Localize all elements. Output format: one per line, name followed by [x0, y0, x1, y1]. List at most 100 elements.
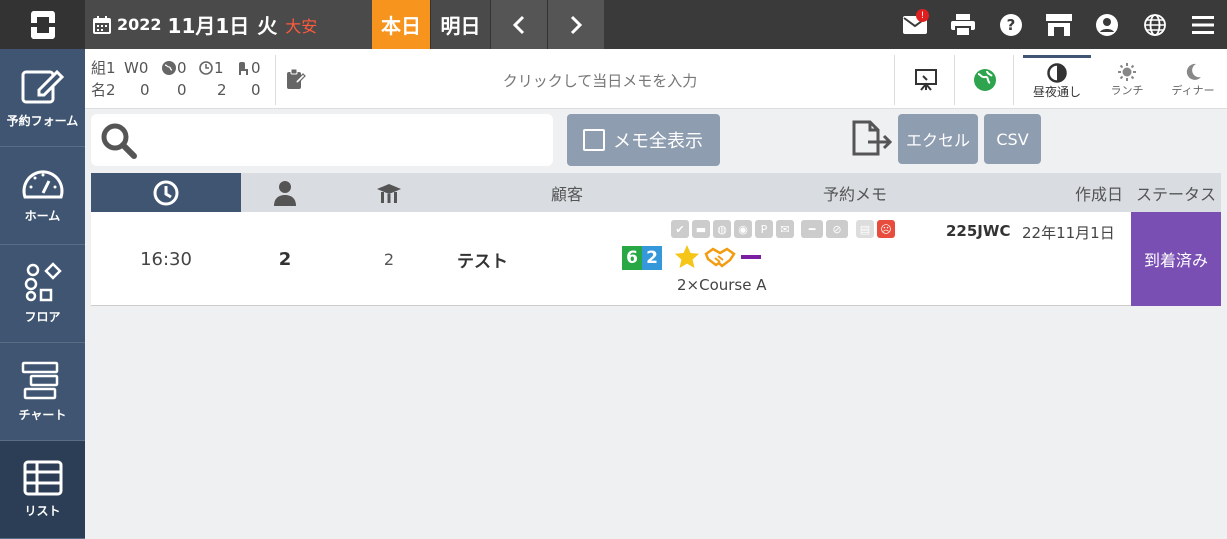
- print-button[interactable]: [939, 0, 987, 49]
- prev-day-button[interactable]: [490, 0, 547, 49]
- dashboard-gauge-icon: [22, 170, 63, 199]
- sidebar-item-floor[interactable]: フロア: [0, 245, 85, 343]
- names-label: 名: [91, 81, 107, 99]
- column-status-header[interactable]: ステータス: [1131, 173, 1221, 212]
- customer-name[interactable]: テスト: [457, 212, 517, 306]
- globe-icon: [1144, 13, 1166, 36]
- account-button[interactable]: [1083, 0, 1131, 49]
- moon-icon: [1186, 63, 1201, 80]
- next-day-button[interactable]: [547, 0, 604, 49]
- sidebar: 予約フォーム ホーム フロア チャート リスト: [0, 49, 85, 539]
- created-date: 22年11月1日: [1022, 224, 1115, 242]
- presentation-board-icon: [914, 69, 937, 91]
- status-badge[interactable]: 到着済み: [1131, 212, 1221, 306]
- web-count: 0: [177, 59, 187, 77]
- show-all-memos-toggle[interactable]: メモ全表示: [567, 114, 720, 166]
- parking-tag-icon: P: [755, 220, 773, 238]
- svg-text:?: ?: [1007, 16, 1016, 34]
- top-bar: 2022 11月1日 火 大安 本日 明日 ! ?: [0, 0, 1227, 49]
- export-excel-button[interactable]: エクセル: [898, 114, 978, 164]
- seated-count: 0: [251, 59, 261, 77]
- globe-green-icon: [973, 69, 996, 91]
- globe-tag-icon: ◍: [713, 220, 731, 238]
- column-table-header[interactable]: [329, 173, 449, 212]
- presentation-button[interactable]: [897, 55, 955, 105]
- reservation-time: 16:30: [140, 248, 192, 270]
- sidebar-item-label: フロア: [24, 310, 61, 324]
- mail-badge: !: [916, 9, 929, 22]
- table-list-icon: [23, 460, 62, 496]
- column-customer-header[interactable]: 顧客: [449, 173, 685, 212]
- names-seated-count: 0: [251, 81, 261, 99]
- summary-bar: 組 1 W0 0 1 0 名 2 0 0 2 0 クリックして当日メモを入力 昼…: [85, 49, 1227, 109]
- web-reservation-button[interactable]: [956, 55, 1014, 105]
- show-all-memos-label: メモ全表示: [613, 131, 703, 152]
- smoking-tag-icon: ━: [801, 220, 823, 238]
- handshake-icon: [704, 247, 736, 268]
- daily-memo-field[interactable]: クリックして当日メモを入力: [275, 55, 895, 105]
- app-logo[interactable]: [0, 0, 85, 49]
- angry-face-tag-icon: ☹: [877, 220, 895, 238]
- groups-label: 組: [91, 59, 107, 77]
- sidebar-item-label: ホーム: [24, 209, 61, 223]
- mail-tag-icon: ✉: [776, 220, 794, 238]
- sun-icon: [1118, 63, 1136, 81]
- meal-filter-all-label: 昼夜通し: [1032, 85, 1081, 99]
- help-icon: ?: [1000, 13, 1022, 36]
- meal-filter-dinner[interactable]: ディナー: [1159, 55, 1227, 105]
- meal-filter-lunch[interactable]: ランチ: [1093, 55, 1161, 105]
- column-created-header[interactable]: 作成日: [1025, 173, 1131, 212]
- column-memo-header[interactable]: 予約メモ: [685, 173, 1025, 212]
- export-csv-button[interactable]: CSV: [984, 114, 1041, 164]
- visit-count-badge: 6: [622, 246, 642, 270]
- search-input[interactable]: [91, 114, 553, 166]
- column-people-header[interactable]: [241, 173, 329, 212]
- memo-badges: 6 2: [622, 246, 662, 270]
- shapes-floor-icon: [24, 262, 62, 302]
- meal-filter-all[interactable]: 昼夜通し: [1023, 55, 1091, 105]
- gantt-chart-icon: [21, 361, 58, 400]
- card-tag-icon: ▬: [692, 220, 710, 238]
- pending-count: 1: [214, 59, 224, 77]
- mail-button[interactable]: !: [891, 0, 939, 49]
- sidebar-item-list[interactable]: リスト: [0, 441, 85, 539]
- sidebar-item-chart[interactable]: チャート: [0, 343, 85, 441]
- help-button[interactable]: ?: [987, 0, 1035, 49]
- names-web-count: 0: [177, 81, 187, 99]
- memo-flags: [674, 244, 761, 270]
- seat-count-badge: 2: [642, 246, 662, 270]
- table-number: 2: [383, 249, 395, 269]
- store-icon: [1046, 13, 1072, 36]
- globe-small-icon: [162, 61, 177, 75]
- chevron-right-icon: [570, 15, 583, 34]
- tomorrow-button[interactable]: 明日: [430, 0, 490, 49]
- menu-button[interactable]: [1179, 0, 1227, 49]
- rokuyo-text: 大安: [285, 16, 318, 36]
- clock-small-icon: [199, 61, 213, 75]
- date-text: 11月1日: [167, 14, 250, 38]
- star-icon: [675, 245, 699, 268]
- cat-tag-icon: ◉: [734, 220, 752, 238]
- no-smoking-tag-icon: ⊘: [826, 220, 848, 238]
- store-button[interactable]: [1035, 0, 1083, 49]
- clipboard-icon: [287, 69, 306, 89]
- table-row[interactable]: 16:30 2 2 テスト ✔ ▬ ◍ ◉ P ✉ ━ ⊘ ▤ ☹ 6 2 2×…: [91, 212, 1221, 306]
- names-pending-count: 2: [217, 81, 227, 99]
- language-button[interactable]: [1131, 0, 1179, 49]
- document-tag-icon: ▤: [856, 220, 874, 238]
- chevron-left-icon: [512, 15, 525, 34]
- clock-icon: [153, 180, 179, 205]
- logo-icon: [30, 10, 55, 39]
- column-time-header[interactable]: [91, 173, 241, 212]
- date-display[interactable]: 2022 11月1日 火 大安: [85, 0, 372, 49]
- edit-form-icon: [21, 69, 64, 104]
- groups-count: 1: [106, 59, 116, 77]
- today-button[interactable]: 本日: [372, 0, 430, 49]
- table-header: 顧客 予約メモ 作成日 ステータス: [91, 173, 1221, 212]
- sidebar-item-reservation-form[interactable]: 予約フォーム: [0, 49, 85, 147]
- sidebar-item-label: チャート: [18, 408, 67, 422]
- course-text: 2×Course A: [677, 276, 767, 294]
- memo-tag-icons: ✔ ▬ ◍ ◉ P ✉ ━ ⊘ ▤ ☹: [671, 220, 898, 238]
- hamburger-menu-icon: [1192, 15, 1214, 34]
- sidebar-item-home[interactable]: ホーム: [0, 147, 85, 245]
